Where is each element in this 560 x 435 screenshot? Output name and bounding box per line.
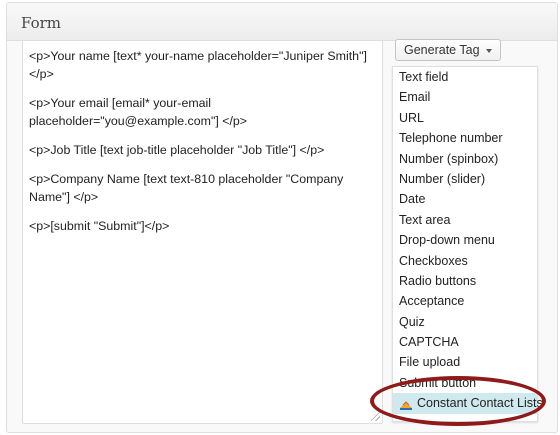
menu-item-drop-down-menu[interactable]: Drop-down menu — [393, 230, 537, 250]
generate-tag-label: Generate Tag — [404, 43, 480, 57]
form-code-line: <p>[submit "Submit"]</p> — [29, 219, 170, 233]
form-code-line: <p>Job Title [text job-title placeholder… — [29, 143, 325, 157]
form-code-line: <p>Your name [text* your-name placeholde… — [29, 49, 367, 81]
menu-item-submit-button[interactable]: Submit button — [393, 373, 537, 393]
menu-item-email[interactable]: Email — [393, 87, 537, 107]
generate-tag-menu: Text field Email URL Telephone number Nu… — [392, 66, 543, 422]
menu-item-constant-contact-lists[interactable]: Constant Contact Lists — [393, 393, 543, 414]
chevron-down-icon — [485, 48, 492, 53]
menu-item-label: Constant Contact Lists — [417, 396, 543, 411]
panel-title: Form — [21, 14, 62, 32]
menu-item-quiz[interactable]: Quiz — [393, 312, 537, 332]
menu-item-telephone-number[interactable]: Telephone number — [393, 128, 537, 148]
generate-tag-button[interactable]: Generate Tag — [395, 39, 501, 61]
constant-contact-icon — [399, 397, 413, 411]
menu-item-date[interactable]: Date — [393, 189, 537, 209]
resize-grip-icon[interactable] — [371, 412, 380, 421]
menu-item-file-upload[interactable]: File upload — [393, 352, 537, 372]
menu-item-captcha[interactable]: CAPTCHA — [393, 332, 537, 352]
panel-header: Form — [7, 3, 557, 41]
form-editor-textarea[interactable]: <p>Your name [text* your-name placeholde… — [22, 40, 383, 424]
menu-item-url[interactable]: URL — [393, 108, 537, 128]
menu-item-text-area[interactable]: Text area — [393, 210, 537, 230]
menu-item-acceptance[interactable]: Acceptance — [393, 291, 537, 311]
menu-item-text-field[interactable]: Text field — [393, 67, 537, 87]
menu-item-checkboxes[interactable]: Checkboxes — [393, 251, 537, 271]
form-code-line: <p>Company Name [text text-810 placehold… — [29, 172, 344, 204]
menu-item-radio-buttons[interactable]: Radio buttons — [393, 271, 537, 291]
menu-item-number-slider[interactable]: Number (slider) — [393, 169, 537, 189]
form-code-line: <p>Your email [email* your-email placeho… — [29, 96, 248, 128]
menu-item-number-spinbox[interactable]: Number (spinbox) — [393, 149, 537, 169]
